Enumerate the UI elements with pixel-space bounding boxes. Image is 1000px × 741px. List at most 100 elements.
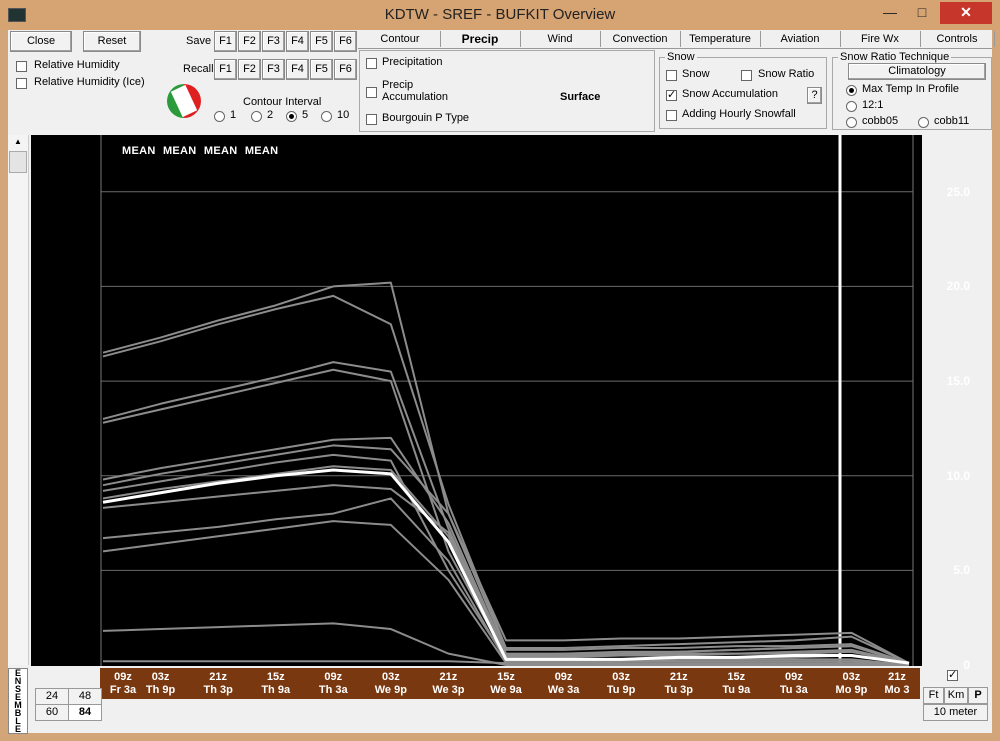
contour-radio-1[interactable] <box>214 111 225 122</box>
bourgouin-label: Bourgouin P Type <box>382 112 470 124</box>
bourgouin-checkbox[interactable] <box>366 114 377 125</box>
snow-label: Snow <box>682 68 710 80</box>
series-line-member-1 <box>102 294 910 665</box>
time-label-hour: 15z <box>727 671 746 683</box>
tab-wind[interactable]: Wind <box>520 31 601 47</box>
save-f2-button[interactable]: F2 <box>238 31 261 52</box>
y-tick-label: 10.0 <box>946 468 970 483</box>
max-temp-label: Max Temp In Profile <box>862 83 960 95</box>
tab-convection[interactable]: Convection <box>600 31 681 47</box>
tab-controls[interactable]: Controls <box>920 31 995 47</box>
contour-option-10: 10 <box>337 109 350 121</box>
tab-temperature[interactable]: Temperature <box>680 31 761 47</box>
hours-24-button[interactable]: 24 <box>35 688 69 705</box>
save-f1-button[interactable]: F1 <box>214 31 237 52</box>
ratio-12-label: 12:1 <box>862 99 884 111</box>
adding-hourly-checkbox[interactable] <box>666 110 677 121</box>
time-label: 09z We 3a <box>535 671 593 697</box>
recall-f6-button[interactable]: F6 <box>334 59 357 80</box>
time-label-hour: 21z <box>209 671 228 683</box>
save-f5-button[interactable]: F5 <box>310 31 333 52</box>
right-checkbox[interactable]: ✓ <box>947 670 958 681</box>
ratio-12-radio[interactable] <box>846 101 857 112</box>
snow-help-button[interactable]: ? <box>807 87 822 104</box>
series-line-member-2 <box>102 361 910 665</box>
time-label-day: Tu 9a <box>722 684 751 696</box>
close-window-button[interactable]: ✕ <box>940 2 992 24</box>
recall-f4-button[interactable]: F4 <box>286 59 309 80</box>
minimize-button[interactable]: — <box>876 2 904 24</box>
maximize-button[interactable]: □ <box>908 2 936 24</box>
time-label-day: Tu 3p <box>664 684 693 696</box>
contour-interval-label: Contour Interval <box>243 96 322 108</box>
precip-accum-label-1: Precip <box>382 79 414 91</box>
time-label: 21z We 3p <box>419 671 477 697</box>
vertical-scrollbar[interactable]: ▲ <box>8 135 29 665</box>
recall-f3-button[interactable]: F3 <box>262 59 285 80</box>
series-line-member-6 <box>102 453 910 665</box>
rh-checkbox[interactable] <box>16 61 27 72</box>
recall-f5-button[interactable]: F5 <box>310 59 333 80</box>
time-label: 21z Mo 3 <box>868 671 926 697</box>
save-f3-button[interactable]: F3 <box>262 31 285 52</box>
cobb11-radio[interactable] <box>918 117 929 128</box>
precip-accum-checkbox[interactable] <box>366 87 377 98</box>
scroll-up-icon[interactable]: ▲ <box>9 135 27 149</box>
contour-radio-2[interactable] <box>251 111 262 122</box>
precipitation-checkbox[interactable] <box>366 58 377 69</box>
snow-checkbox[interactable] <box>666 70 677 81</box>
series-line-member-3 <box>102 368 910 665</box>
save-f4-button[interactable]: F4 <box>286 31 309 52</box>
contour-radio-10[interactable] <box>321 111 332 122</box>
time-label-hour: 21z <box>439 671 458 683</box>
hours-48-button[interactable]: 48 <box>68 688 102 705</box>
time-label-hour: 03z <box>612 671 631 683</box>
contour-option-2: 2 <box>267 109 274 121</box>
tab-fire-wx[interactable]: Fire Wx <box>840 31 921 47</box>
precipitation-label: Precipitation <box>382 56 443 68</box>
level-button[interactable]: 10 meter <box>923 704 988 721</box>
cobb05-radio[interactable] <box>846 117 857 128</box>
recall-f2-button[interactable]: F2 <box>238 59 261 80</box>
reset-button[interactable]: Reset <box>83 31 141 52</box>
snow-ratio-checkbox[interactable] <box>741 70 752 81</box>
series-line-member-10 <box>102 520 910 666</box>
save-label: Save <box>186 35 212 47</box>
time-label-hour: 09z <box>554 671 573 683</box>
hours-60-button[interactable]: 60 <box>35 704 69 721</box>
time-label: 21z Tu 3p <box>650 671 708 697</box>
close-button[interactable]: Close <box>10 31 72 52</box>
rh-label: Relative Humidity <box>34 59 120 71</box>
series-line-member-8 <box>102 484 910 665</box>
contour-option-1: 1 <box>230 109 237 121</box>
tab-aviation[interactable]: Aviation <box>760 31 841 47</box>
rh-ice-checkbox[interactable] <box>16 78 27 89</box>
y-tick-label: 0 <box>963 658 970 672</box>
recall-label: Recall <box>183 63 214 75</box>
time-label-day: We 3p <box>432 684 465 696</box>
ft-button[interactable]: Ft <box>923 687 944 704</box>
time-label-hour: 09z <box>324 671 343 683</box>
p-button[interactable]: P <box>968 687 988 704</box>
chart-svg <box>100 135 914 666</box>
time-label-day: Mo 3 <box>884 684 910 696</box>
scroll-thumb[interactable] <box>9 151 27 173</box>
time-label-hour: 15z <box>266 671 285 683</box>
max-temp-radio[interactable] <box>846 85 857 96</box>
km-button[interactable]: Km <box>944 687 968 704</box>
time-label-day: Tu 9p <box>606 684 636 696</box>
climatology-button[interactable]: Climatology <box>848 63 986 80</box>
precip-accum-label-2: Accumulation <box>382 91 449 103</box>
time-label: 15z We 9a <box>477 671 535 697</box>
save-f6-button[interactable]: F6 <box>334 31 357 52</box>
recall-f1-button[interactable]: F1 <box>214 59 237 80</box>
chart-area <box>31 135 922 666</box>
time-label-hour: 21z <box>669 671 688 683</box>
contour-radio-5[interactable] <box>286 111 297 122</box>
time-label: 21z Th 3p <box>189 671 247 697</box>
tab-contour[interactable]: Contour <box>360 31 441 47</box>
time-label-hour: 21z <box>888 671 906 683</box>
snow-accum-checkbox[interactable]: ✓ <box>666 90 677 101</box>
tab-precip[interactable]: Precip <box>440 31 521 47</box>
hours-84-button[interactable]: 84 <box>68 704 102 721</box>
